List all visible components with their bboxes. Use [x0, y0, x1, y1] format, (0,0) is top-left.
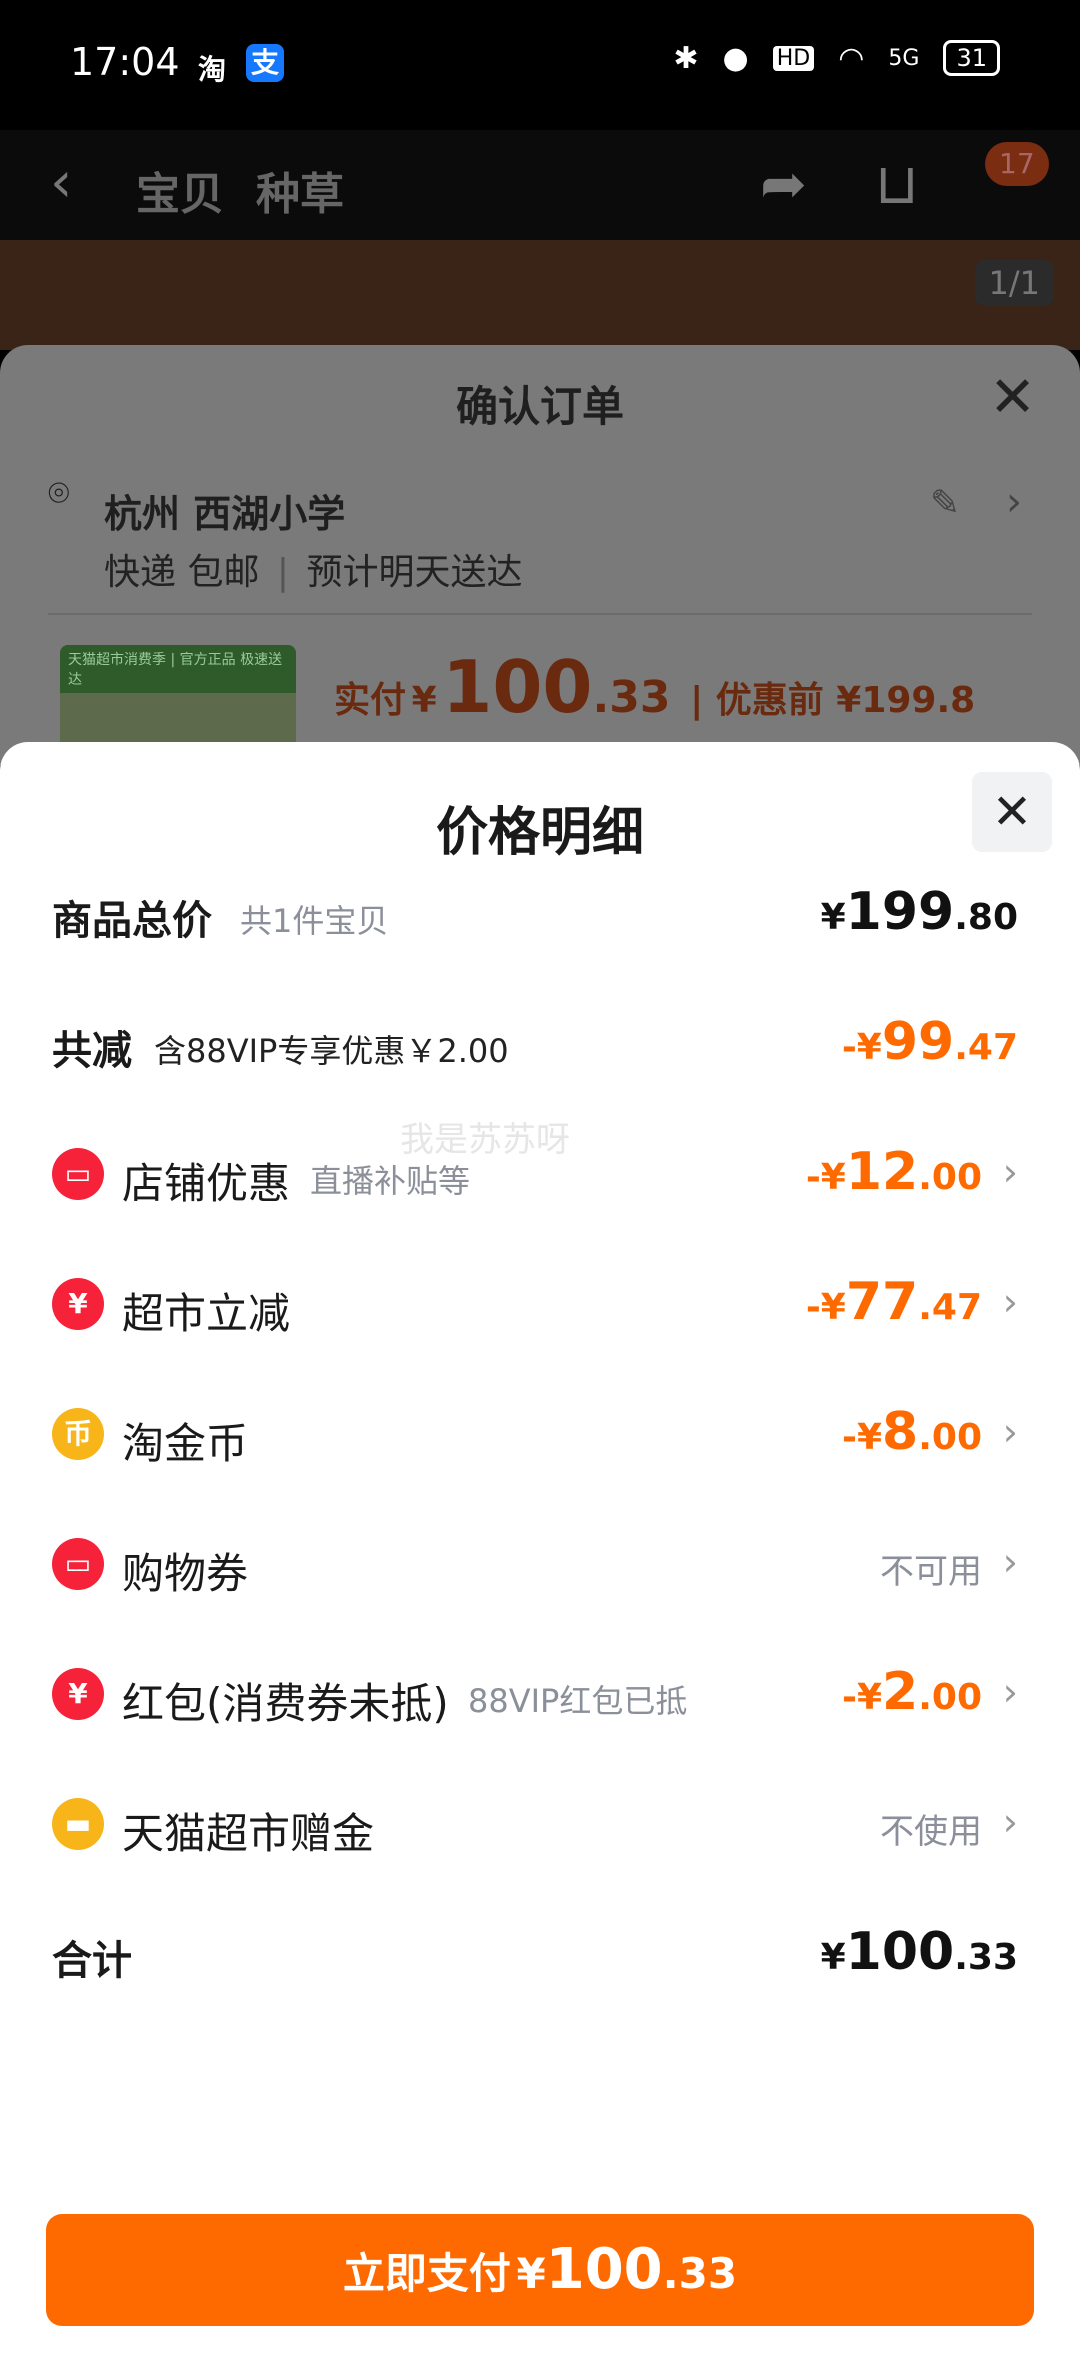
tab-seed[interactable]: 种草: [256, 158, 344, 222]
gold-coin-amount: -¥8.00: [842, 1402, 982, 1462]
total-goods-label: 商品总价: [52, 898, 212, 944]
supermarket-discount-amount: -¥77.47: [805, 1272, 982, 1332]
sum-row: 合计 ¥100.33: [0, 1916, 1080, 1996]
confirm-order-sheet: 确认订单 ✕ ⌾ 杭州 西湖小学 ✎ › 快递 包邮 | 预计明天送达 天猫超市…: [0, 345, 1080, 785]
pay-now-label: 立即支付: [342, 2249, 511, 2298]
red-packet-amount: -¥2.00: [842, 1662, 982, 1722]
supermarket-discount-row[interactable]: ¥ 超市立减 -¥77.47 ›: [0, 1266, 1080, 1346]
shopping-voucher-icon: ▭: [52, 1538, 104, 1590]
image-page-indicator: 1/1: [974, 260, 1054, 306]
signal-icon: 5G: [888, 45, 920, 71]
product-nav: ‹ 宝贝 种草 ➦ ⊔ 17: [0, 130, 1080, 240]
confirm-order-title: 确认订单: [455, 382, 624, 431]
gold-coin-label: 淘金币: [122, 1419, 249, 1468]
edit-icon[interactable]: ✎: [930, 483, 960, 524]
supermarket-discount-label: 超市立减: [122, 1289, 291, 1338]
total-goods-amount: ¥199.80: [820, 882, 1018, 942]
pay-currency: ¥: [516, 2249, 546, 2298]
red-packet-icon: ¥: [52, 1668, 104, 1720]
back-arrow-icon[interactable]: ‹: [50, 150, 72, 215]
store-discount-row[interactable]: ▭ 店铺优惠 直播补贴等 -¥12.00 ›: [0, 1136, 1080, 1216]
pre-discount: | 优惠前 ¥199.8: [690, 680, 976, 721]
location-pin-icon: ⌾: [48, 473, 70, 514]
gift-money-label: 天猫超市赠金: [122, 1809, 375, 1858]
gift-money-status: 不使用: [880, 1812, 982, 1852]
red-packet-label: 红包(消费券未抵): [122, 1679, 449, 1728]
chevron-right-icon: ›: [1002, 1150, 1018, 1194]
bluetooth-icon: ✱: [673, 40, 699, 76]
total-goods-count: 共1件宝贝: [240, 902, 389, 940]
chevron-right-icon[interactable]: ›: [1006, 479, 1022, 525]
pay-int: 100: [545, 2237, 663, 2302]
gold-coin-row[interactable]: 币 淘金币 -¥8.00 ›: [0, 1396, 1080, 1476]
sum-amount: ¥100.33: [820, 1922, 1018, 1982]
store-discount-sub: 直播补贴等: [310, 1162, 471, 1200]
delivery-eta: 预计明天送达: [306, 552, 523, 593]
price-detail-title: 价格明细: [435, 803, 644, 863]
gold-coin-icon: 币: [52, 1408, 104, 1460]
divider: [48, 613, 1032, 615]
red-packet-row[interactable]: ¥ 红包(消费券未抵) 88VIP红包已抵 -¥2.00 ›: [0, 1656, 1080, 1736]
thumbnail-banner: 天猫超市消费季 | 官方正品 极速送达: [60, 645, 296, 693]
red-packet-sub: 88VIP红包已抵: [468, 1682, 688, 1720]
paid-currency: ¥: [411, 680, 437, 721]
chevron-right-icon: ›: [1002, 1800, 1018, 1844]
chevron-right-icon: ›: [1002, 1540, 1018, 1584]
store-discount-label: 店铺优惠: [122, 1159, 291, 1208]
supermarket-discount-icon: ¥: [52, 1278, 104, 1330]
status-time: 17:04: [70, 40, 180, 84]
close-icon[interactable]: ✕: [989, 365, 1036, 430]
paid-dec: .33: [592, 672, 671, 723]
shipping-info: 快递 包邮 | 预计明天送达: [104, 552, 523, 593]
pay-now-button[interactable]: 立即支付 ¥100.33: [46, 2214, 1034, 2326]
taobao-notification-icon: 淘: [198, 53, 227, 86]
store-discount-amount: -¥12.00: [805, 1142, 982, 1202]
cart-icon[interactable]: ⊔: [875, 152, 919, 217]
hd-icon: HD: [772, 45, 815, 71]
share-icon[interactable]: ➦: [760, 152, 807, 217]
gift-money-icon: ▬: [52, 1798, 104, 1850]
store-coupon-icon: ▭: [52, 1148, 104, 1200]
shopping-voucher-row[interactable]: ▭ 购物券 不可用 ›: [0, 1526, 1080, 1606]
wifi-icon: ◠: [838, 40, 865, 76]
shipping-method: 快递 包邮: [104, 552, 260, 593]
delivery-address[interactable]: 杭州 西湖小学: [104, 483, 345, 538]
chevron-right-icon: ›: [1002, 1410, 1018, 1454]
total-discount-amount: -¥99.47: [841, 1012, 1018, 1072]
close-button[interactable]: ✕: [972, 772, 1052, 852]
location-icon: ●: [722, 40, 749, 76]
battery-icon: 31: [943, 40, 1000, 76]
cart-badge: 17: [985, 142, 1049, 186]
vip-discount-note: 含88VIP专享优惠￥2.00: [154, 1032, 509, 1070]
chevron-right-icon: ›: [1002, 1280, 1018, 1324]
total-goods-row: 商品总价 共1件宝贝 ¥199.80: [0, 876, 1080, 956]
chevron-right-icon: ›: [1002, 1670, 1018, 1714]
total-discount-row: 共减 含88VIP专享优惠￥2.00 -¥99.47: [0, 1006, 1080, 1086]
sum-label: 合计: [52, 1938, 132, 1984]
paid-int: 100: [442, 645, 593, 729]
paid-summary: 实付 ¥ 100.33 | 优惠前 ¥199.8: [334, 645, 975, 729]
gift-money-row[interactable]: ▬ 天猫超市赠金 不使用 ›: [0, 1786, 1080, 1866]
alipay-notification-icon: 支: [246, 44, 284, 82]
price-detail-sheet: 价格明细 ✕ 我是苏苏呀 商品总价 共1件宝贝 ¥199.80 共减 含88VI…: [0, 742, 1080, 2376]
product-image: 1/1: [0, 240, 1080, 350]
status-bar: 17:04 淘 支 ✱ ● HD ◠ 5G 31: [0, 0, 1080, 130]
pay-dec: .33: [662, 2249, 738, 2298]
status-icons: ✱ ● HD ◠ 5G 31: [673, 40, 1000, 76]
shopping-voucher-label: 购物券: [122, 1549, 249, 1598]
tab-item[interactable]: 宝贝: [136, 158, 224, 222]
shopping-voucher-status: 不可用: [880, 1552, 982, 1592]
total-discount-label: 共减: [52, 1028, 132, 1074]
paid-label: 实付: [334, 680, 407, 721]
